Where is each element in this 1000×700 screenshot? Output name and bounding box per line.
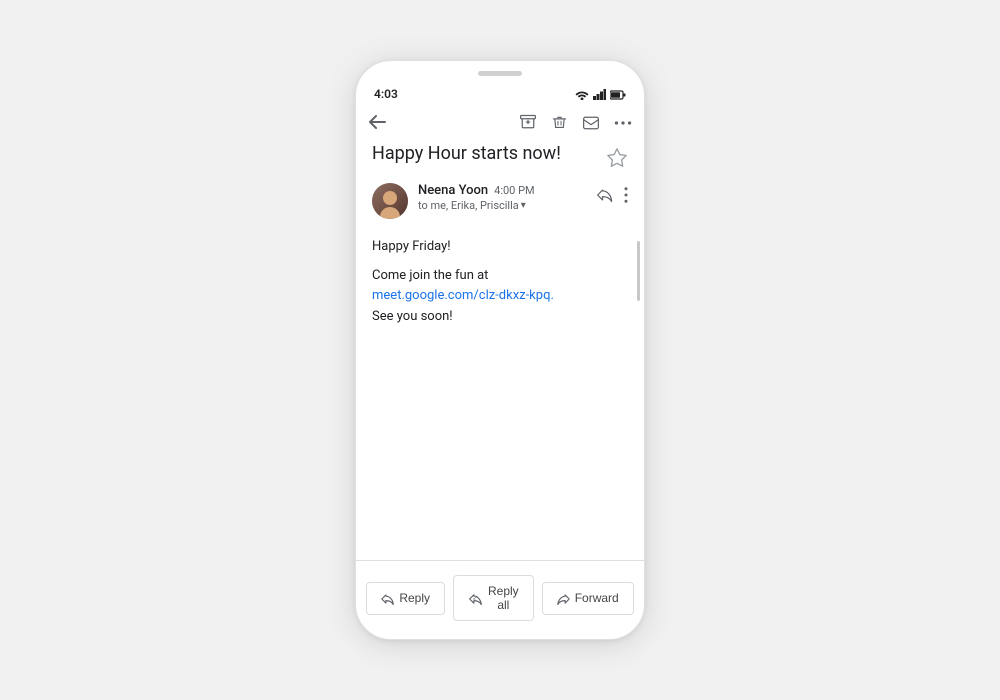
reply-all-button[interactable]: Reply all: [453, 575, 534, 621]
wifi-icon: [575, 88, 589, 101]
meet-link[interactable]: meet.google.com/clz-dkxz-kpq.: [372, 288, 554, 303]
body-line2: Come join the fun at: [372, 268, 488, 283]
status-bar: 4:03: [356, 81, 644, 105]
reply-small-icon[interactable]: [596, 185, 614, 204]
signal-icon: [593, 88, 606, 101]
more-vertical-icon[interactable]: [624, 185, 628, 204]
back-button[interactable]: [368, 111, 386, 132]
sender-row-actions: [596, 185, 628, 204]
body-line3: See you soon!: [372, 309, 453, 324]
email-body-text: Come join the fun at meet.google.com/clz…: [372, 266, 628, 328]
avatar-face: [372, 183, 408, 219]
sender-info: Neena Yoon 4:00 PM to me, Erika, Priscil…: [418, 183, 586, 212]
reply-all-label: Reply all: [488, 584, 519, 612]
reply-label: Reply: [399, 591, 430, 605]
chevron-down-icon[interactable]: ▾: [521, 200, 526, 211]
forward-label: Forward: [575, 591, 619, 605]
reply-icon: [381, 591, 394, 606]
email-body: Happy Friday! Come join the fun at meet.…: [356, 225, 644, 560]
email-subject-row: Happy Hour starts now!: [356, 138, 644, 177]
status-time: 4:03: [374, 87, 398, 101]
phone-speaker: [478, 71, 522, 76]
reply-button[interactable]: Reply: [366, 582, 445, 615]
sender-to-text: to me, Erika, Priscilla: [418, 199, 519, 212]
avatar: [372, 183, 408, 219]
delete-icon[interactable]: [551, 112, 568, 132]
phone-content: 4:03: [356, 61, 644, 639]
toolbar-actions: [519, 112, 632, 132]
sender-name-row: Neena Yoon 4:00 PM: [418, 183, 586, 198]
reply-all-icon: [468, 591, 483, 606]
status-icons: [575, 88, 626, 101]
battery-icon: [610, 88, 626, 101]
label-icon[interactable]: [582, 112, 600, 131]
sender-time: 4:00 PM: [494, 184, 534, 197]
forward-icon: [557, 591, 570, 606]
scrollbar[interactable]: [637, 241, 640, 301]
sender-row: Neena Yoon 4:00 PM to me, Erika, Priscil…: [356, 177, 644, 225]
email-greeting: Happy Friday!: [372, 237, 628, 258]
email-subject: Happy Hour starts now!: [372, 142, 606, 165]
phone-frame: 4:03: [355, 60, 645, 640]
more-icon[interactable]: [614, 112, 632, 131]
toolbar: [356, 105, 644, 138]
forward-button[interactable]: Forward: [542, 582, 634, 615]
bottom-actions: Reply Reply all Forward: [356, 560, 644, 639]
sender-to-row: to me, Erika, Priscilla ▾: [418, 199, 586, 212]
star-icon[interactable]: [606, 144, 628, 169]
archive-icon[interactable]: [519, 112, 537, 132]
sender-name: Neena Yoon: [418, 183, 488, 198]
